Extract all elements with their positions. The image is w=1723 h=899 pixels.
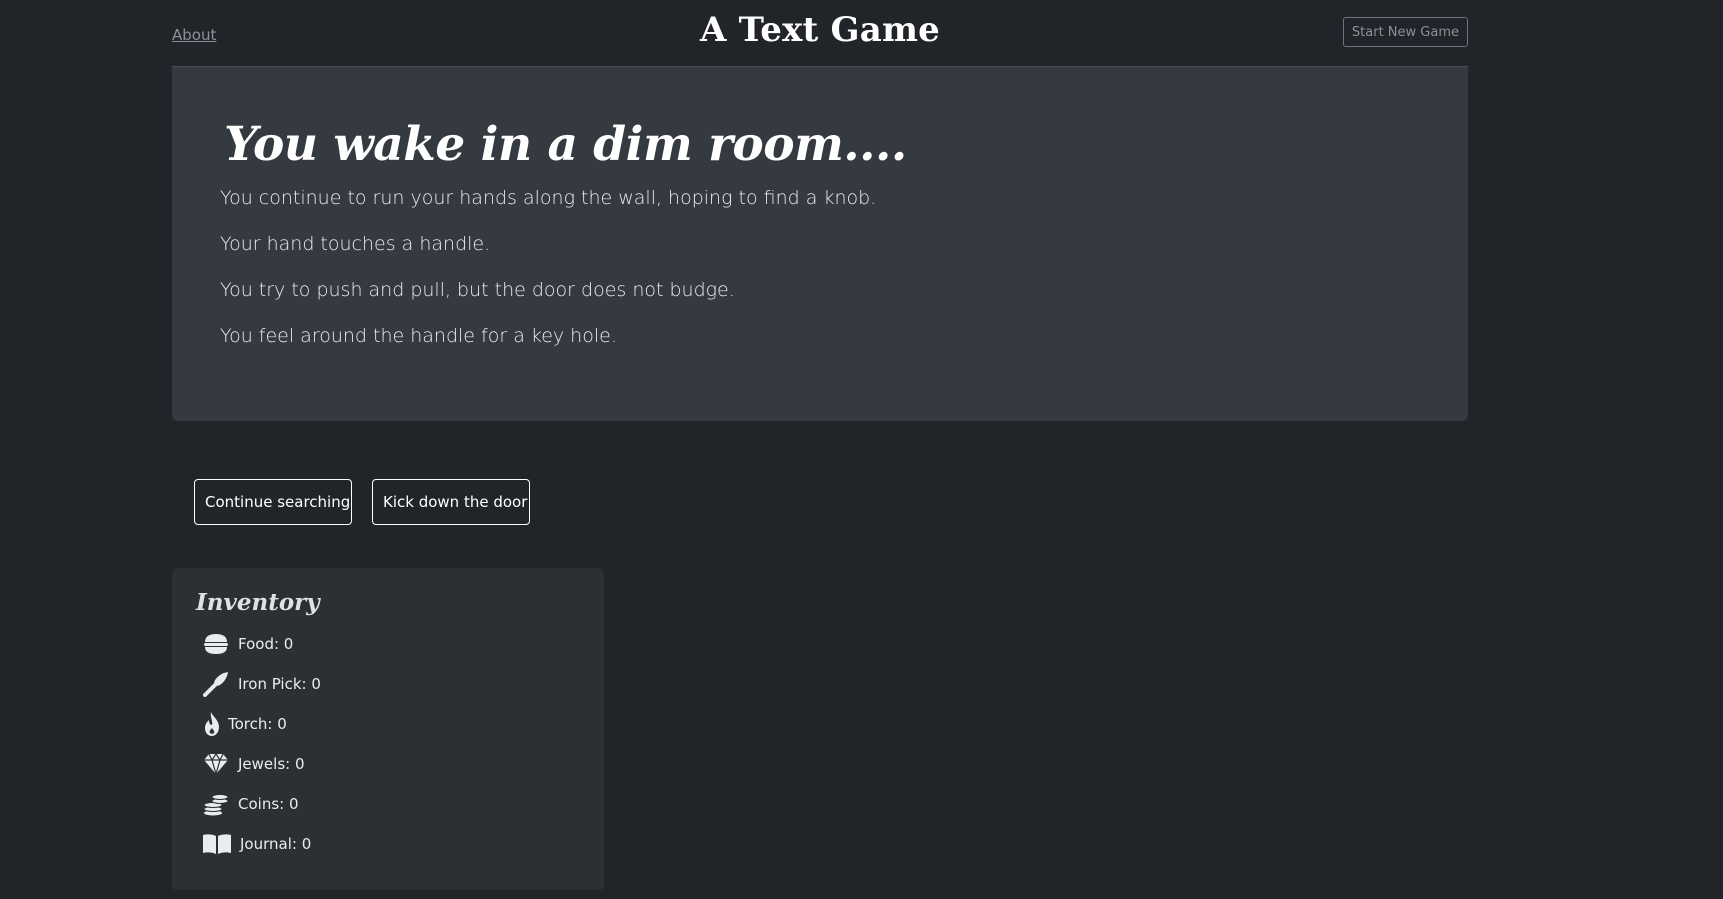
journal-icon [202,830,232,858]
game-page: About A Text Game Start New Game You wak… [0,0,1723,899]
inventory-item-coins: Coins: 0 [196,784,604,824]
kick-down-door-button[interactable]: Kick down the door [372,479,530,525]
story-panel: You wake in a dim room.... You continue … [172,67,1468,421]
inventory-item-label: Torch: 0 [228,715,287,733]
coins-icon [202,790,230,818]
inventory-item-iron-pick: Iron Pick: 0 [196,664,604,704]
start-new-game-button[interactable]: Start New Game [1342,17,1468,47]
inventory-item-label: Jewels: 0 [238,755,305,773]
food-icon [202,630,230,658]
inventory-item-label: Journal: 0 [240,835,312,853]
story-line: You continue to run your hands along the… [220,187,877,209]
header: About A Text Game Start New Game [172,0,1468,67]
inventory-title: Inventory [196,589,320,616]
torch-icon [202,710,222,738]
inventory-item-label: Food: 0 [238,635,294,653]
story-line: You feel around the handle for a key hol… [220,325,617,347]
inventory-item-label: Iron Pick: 0 [238,675,321,693]
jewel-icon [202,750,230,778]
inventory-item-journal: Journal: 0 [196,824,604,864]
story-line: Your hand touches a handle. [220,233,491,255]
inventory-item-food: Food: 0 [196,624,604,664]
choice-buttons: Continue searching Kick down the door [172,479,1468,525]
inventory-item-label: Coins: 0 [238,795,299,813]
story-line: You try to push and pull, but the door d… [220,279,735,301]
inventory-panel: Inventory Food: 0 Iron Pick: 0 Torch: 0 … [172,568,604,890]
site-title: A Text Game [700,10,940,50]
pick-icon [202,670,230,698]
inventory-item-jewels: Jewels: 0 [196,744,604,784]
inventory-item-torch: Torch: 0 [196,704,604,744]
story-heading: You wake in a dim room.... [224,117,907,172]
inventory-list: Food: 0 Iron Pick: 0 Torch: 0 Jewels: 0 … [196,624,604,864]
continue-searching-button[interactable]: Continue searching [194,479,352,525]
